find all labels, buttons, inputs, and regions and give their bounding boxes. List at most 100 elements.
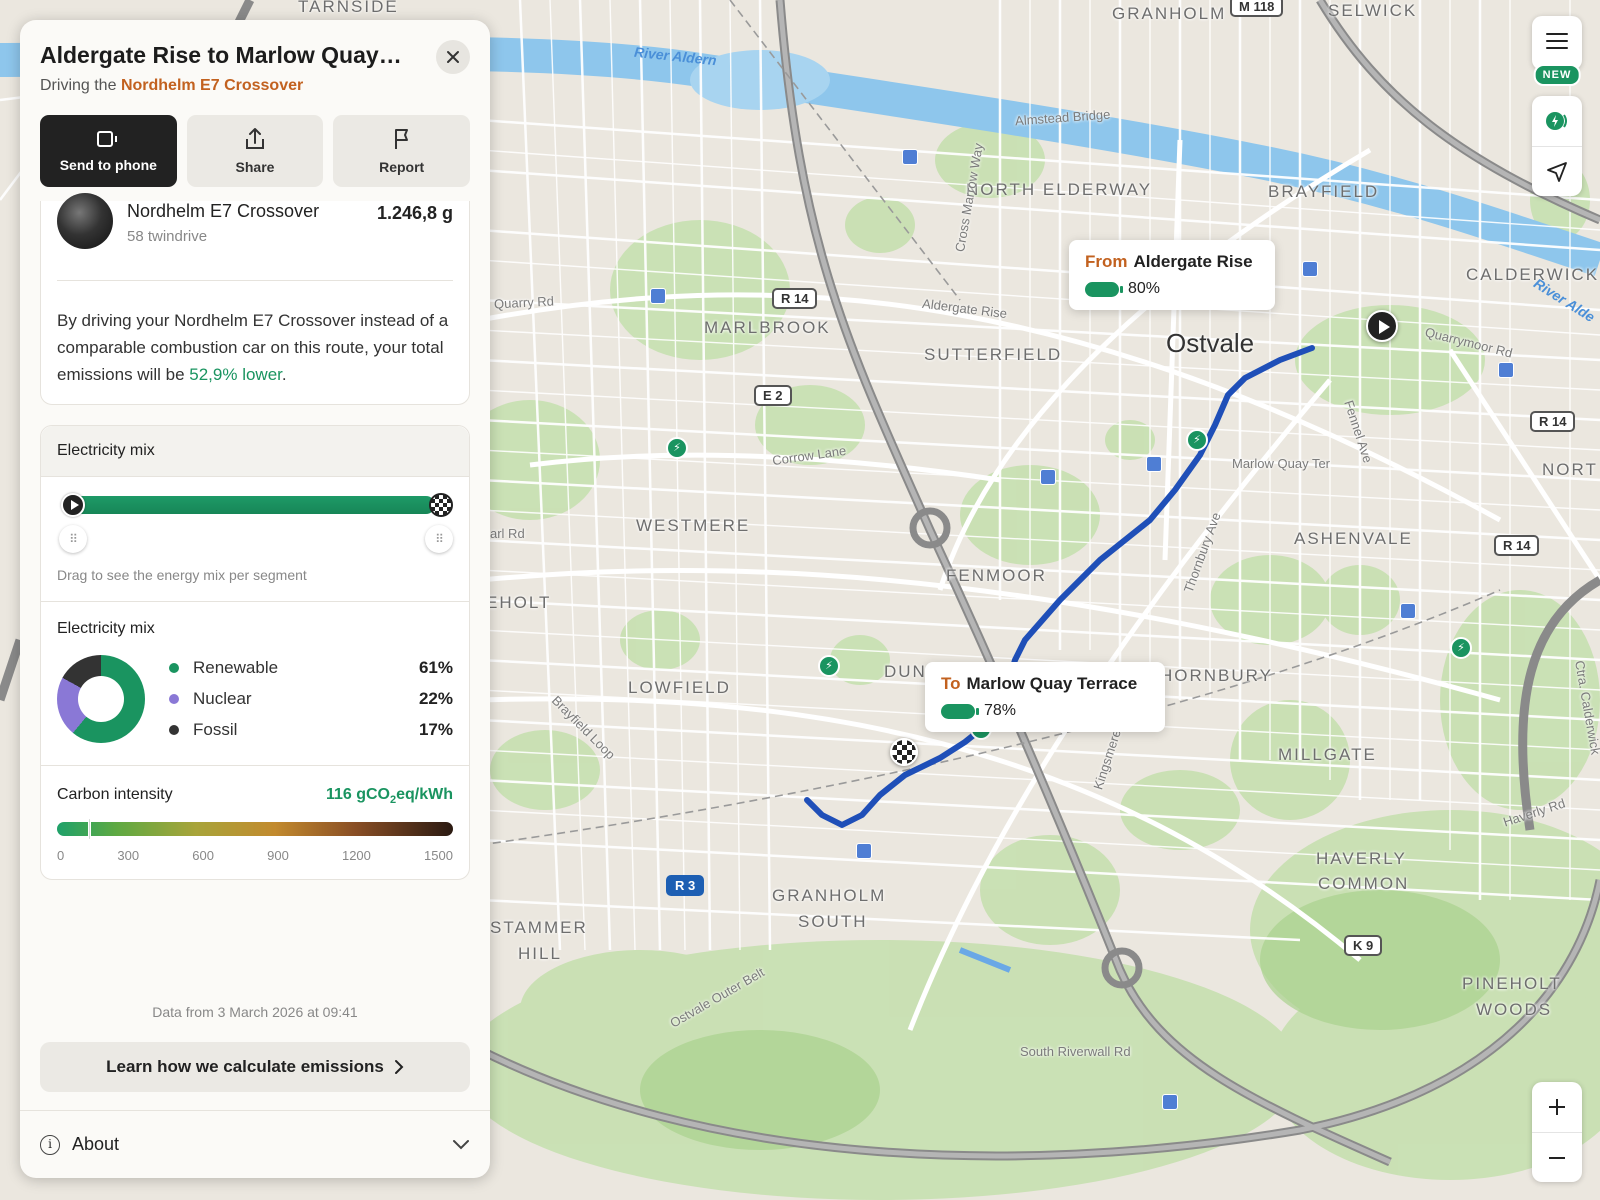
district-label: HAVERLY (1316, 849, 1407, 868)
poi-icon[interactable] (1040, 469, 1056, 485)
phone-send-icon (97, 131, 118, 147)
poi-icon[interactable] (902, 149, 918, 165)
segment-slider[interactable] (61, 493, 453, 517)
scale-tick: 1500 (424, 848, 453, 864)
emissions-highlight: 52,9% lower (189, 365, 282, 384)
scale-tick: 0 (57, 848, 65, 864)
slider-handles: ⠿ ⠿ (57, 525, 453, 555)
plus-icon (1549, 1099, 1565, 1115)
district-label: GRANHOLM (772, 886, 887, 905)
learn-emissions-button[interactable]: Learn how we calculate emissions (40, 1042, 470, 1092)
electricity-mix-header: Electricity mix (41, 426, 469, 477)
report-label: Report (379, 159, 425, 175)
carbon-intensity-marker (87, 818, 91, 841)
emissions-summary: By driving your Nordhelm E7 Crossover in… (57, 281, 453, 388)
charging-layer-button[interactable] (1532, 96, 1582, 146)
fossil-dot (169, 724, 179, 735)
zoom-in-button[interactable] (1532, 1082, 1582, 1132)
legend-value: 22% (418, 688, 453, 708)
vehicle-emissions-value: 1.246,8 g (376, 203, 453, 223)
navigation-arrow-icon (1547, 161, 1567, 182)
district-label: SUTTERFIELD (924, 345, 1063, 364)
share-icon (246, 128, 264, 149)
street-label: Quarry Rd (493, 293, 555, 312)
slider-start-handle[interactable]: ⠿ (59, 525, 87, 553)
subtitle-vehicle-link[interactable]: Nordhelm E7 Crossover (121, 77, 303, 94)
road-shield: R 14 (1530, 411, 1576, 432)
about-section[interactable]: i About (20, 1110, 490, 1178)
vehicle-avatar (57, 193, 113, 249)
zoom-control[interactable] (1532, 1082, 1582, 1182)
poi-icon[interactable] (650, 288, 666, 304)
poi-icon[interactable] (1162, 1094, 1178, 1110)
district-label: EHOLT (486, 593, 552, 612)
district-label: SOUTH (798, 912, 868, 931)
carbon-intensity: Carbon intensity 116 gCO2eq/kWh 0 300 60… (41, 766, 469, 879)
road-shield: R 14 (1494, 535, 1540, 556)
to-label: To (941, 674, 961, 693)
district-label: PINEHOLT (1462, 974, 1562, 993)
chevron-right-icon (394, 1060, 404, 1074)
district-label: NORTH ELDERWAY (966, 180, 1153, 199)
battery-icon (1085, 281, 1123, 297)
carbon-intensity-label: Carbon intensity (57, 786, 173, 803)
slider-end-handle[interactable]: ⠿ (425, 525, 453, 553)
carbon-scale-ticks: 0 300 600 900 1200 1500 (57, 848, 453, 863)
district-label: GRANHOLM (1112, 4, 1227, 23)
vehicle-type: 58 twindrive (127, 228, 208, 245)
charger-icon[interactable]: ⚡ (818, 655, 840, 677)
charger-icon[interactable]: ⚡ (666, 437, 688, 459)
map-actions-control[interactable] (1532, 96, 1582, 196)
poi-icon[interactable] (1302, 261, 1318, 277)
road-shield: K 9 (1344, 935, 1383, 956)
action-bar: Send to phone Share Report (20, 95, 490, 187)
district-label: MILLGATE (1278, 745, 1377, 764)
menu-button[interactable] (1532, 16, 1582, 66)
poi-icon[interactable] (1400, 603, 1416, 619)
legend-label: Renewable (193, 657, 279, 677)
street-label: South Riverwall Rd (1020, 1044, 1131, 1059)
segment-slider-area: ⠿ ⠿ Drag to see the energy mix per segme… (41, 477, 469, 602)
send-to-phone-label: Send to phone (59, 157, 157, 173)
locate-button[interactable] (1532, 146, 1582, 196)
mix-breakdown: Electricity mix Renewable 61% Nuclear 22… (41, 602, 469, 766)
street-label: Marlow Quay Ter (1232, 456, 1331, 471)
mix-title: Electricity mix (57, 620, 155, 637)
route-end-pin[interactable] (890, 738, 918, 766)
destination-bubble[interactable]: To Marlow Quay Terrace 78% (925, 662, 1165, 732)
charger-icon[interactable]: ⚡ (1186, 429, 1208, 451)
poi-icon[interactable] (856, 843, 872, 859)
district-label: WOODS (1476, 1000, 1553, 1019)
scale-tick: 900 (267, 848, 289, 864)
share-button[interactable]: Share (186, 115, 324, 187)
route-start-pin[interactable] (1366, 310, 1398, 342)
mix-legend: Renewable 61% Nuclear 22% Fossil 17% (169, 652, 453, 745)
slider-fill (73, 496, 435, 514)
zoom-out-button[interactable] (1532, 1132, 1582, 1182)
poi-icon[interactable] (1146, 456, 1162, 472)
vehicle-name: Nordhelm E7 Crossover (127, 201, 320, 221)
renewable-dot (169, 662, 179, 673)
charging-layer-icon (1546, 112, 1567, 130)
report-button[interactable]: Report (333, 115, 471, 187)
from-label: From (1085, 252, 1128, 271)
origin-bubble[interactable]: From Aldergate Rise 80% (1069, 240, 1275, 310)
electricity-mix-card: Electricity mix ⠿ ⠿ Drag to see the ener… (40, 425, 470, 881)
legend-label: Fossil (193, 719, 238, 739)
close-button[interactable] (436, 40, 470, 74)
scale-tick: 1200 (341, 848, 371, 864)
menu-control[interactable]: NEW (1532, 16, 1582, 86)
panel-header: Aldergate Rise to Marlow Quay… Driving t… (20, 20, 490, 95)
send-to-phone-button[interactable]: Send to phone (40, 115, 177, 187)
legend-item-nuclear: Nuclear 22% (169, 683, 453, 714)
battery-icon (941, 703, 979, 719)
district-label: NORT (1542, 460, 1598, 479)
finish-flag-icon (429, 493, 453, 517)
route-emissions-panel: Aldergate Rise to Marlow Quay… Driving t… (20, 20, 490, 1178)
district-label: HORNBURY (1160, 666, 1273, 685)
close-icon (447, 51, 459, 63)
district-label: FENMOOR (946, 566, 1047, 585)
poi-icon[interactable] (1498, 362, 1514, 378)
route-start-icon (61, 493, 85, 517)
charger-icon[interactable]: ⚡ (1450, 637, 1472, 659)
